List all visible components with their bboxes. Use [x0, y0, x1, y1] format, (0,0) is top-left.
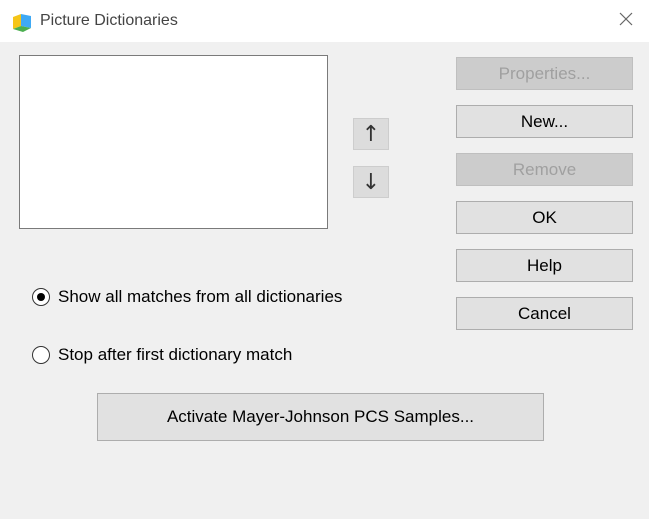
- window-title: Picture Dictionaries: [40, 12, 178, 29]
- stop-first-label: Stop after first dictionary match: [58, 345, 293, 364]
- ok-button[interactable]: OK: [456, 201, 633, 234]
- stop-first-match-option[interactable]: Stop after first dictionary match: [32, 345, 292, 365]
- dictionary-list[interactable]: [19, 55, 328, 229]
- picture-dictionaries-dialog: Picture Dictionaries ↑ ↓ Properties... N…: [0, 0, 649, 519]
- arrow-up-icon: ↑: [361, 121, 381, 147]
- stop-first-radio[interactable]: [32, 346, 50, 364]
- title-bar: Picture Dictionaries: [0, 0, 649, 42]
- radio-selected-dot: [37, 293, 45, 301]
- show-all-radio[interactable]: [32, 288, 50, 306]
- cancel-button[interactable]: Cancel: [456, 297, 633, 330]
- close-icon: [618, 11, 634, 32]
- show-all-label: Show all matches from all dictionaries: [58, 287, 343, 306]
- show-all-matches-option[interactable]: Show all matches from all dictionaries: [32, 287, 342, 307]
- help-button[interactable]: Help: [456, 249, 633, 282]
- move-up-button[interactable]: ↑: [353, 118, 389, 150]
- picture-dictionary-icon: [11, 13, 33, 33]
- new-button[interactable]: New...: [456, 105, 633, 138]
- arrow-down-icon: ↓: [361, 169, 381, 195]
- remove-button[interactable]: Remove: [456, 153, 633, 186]
- properties-button[interactable]: Properties...: [456, 57, 633, 90]
- close-button[interactable]: [611, 8, 641, 34]
- activate-pcs-samples-button[interactable]: Activate Mayer-Johnson PCS Samples...: [97, 393, 544, 441]
- move-down-button[interactable]: ↓: [353, 166, 389, 198]
